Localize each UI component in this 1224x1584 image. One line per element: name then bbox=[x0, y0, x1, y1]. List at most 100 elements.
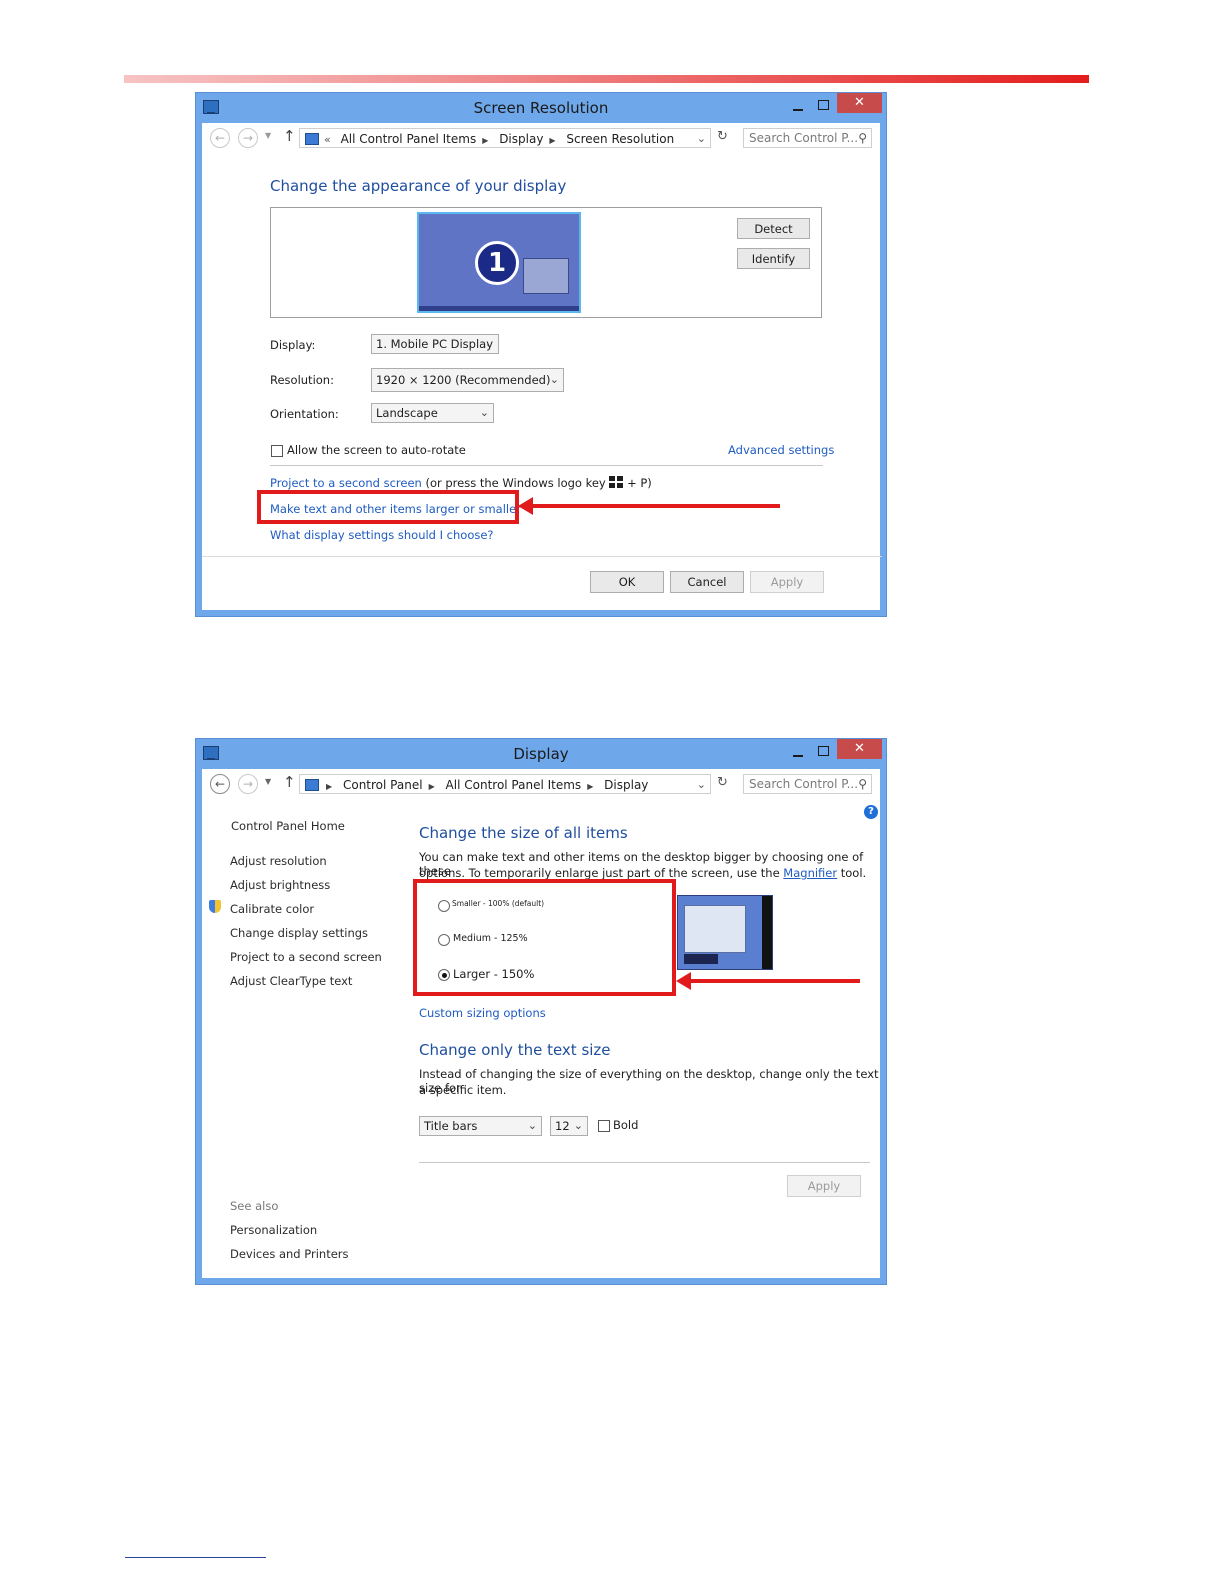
computer-icon bbox=[305, 779, 319, 791]
monitor-thumbnail[interactable]: 1 bbox=[417, 212, 581, 313]
display-value: 1. Mobile PC Display bbox=[376, 337, 494, 351]
address-bar[interactable]: ▶ Control Panel ▶ All Control Panel Items… bbox=[299, 774, 711, 794]
breadcrumb-item[interactable]: Display bbox=[604, 775, 648, 795]
footer-divider bbox=[202, 556, 882, 557]
breadcrumb-item[interactable]: Screen Resolution bbox=[566, 129, 674, 149]
preview-taskbar bbox=[684, 954, 718, 964]
sidebar-home[interactable]: Control Panel Home bbox=[231, 819, 345, 833]
breadcrumb-item[interactable]: All Control Panel Items bbox=[446, 775, 582, 795]
start-screen-tiles-icon bbox=[523, 258, 569, 294]
font-size-select[interactable]: 12 ⌄ bbox=[550, 1116, 588, 1136]
bold-checkbox[interactable] bbox=[598, 1120, 610, 1132]
window-title: Screen Resolution bbox=[473, 99, 609, 117]
up-arrow-icon[interactable]: ↑ bbox=[283, 773, 296, 791]
font-size-value: 12 bbox=[555, 1119, 570, 1133]
back-button[interactable]: ← bbox=[210, 128, 230, 148]
recent-dropdown-icon[interactable]: ▼ bbox=[265, 131, 271, 140]
refresh-icon[interactable]: ↻ bbox=[717, 129, 728, 144]
monitor-preview-panel: 1 Detect Identify bbox=[270, 207, 822, 318]
refresh-icon[interactable]: ↻ bbox=[717, 775, 728, 790]
orientation-value: Landscape bbox=[376, 406, 438, 420]
sidebar-item-change-display-settings[interactable]: Change display settings bbox=[230, 926, 368, 940]
sidebar-item-adjust-resolution[interactable]: Adjust resolution bbox=[230, 854, 327, 868]
address-prefix: « bbox=[324, 133, 331, 146]
breadcrumb-separator-icon: ▶ bbox=[549, 136, 556, 145]
project-line: Project to a second screen (or press the… bbox=[270, 476, 652, 490]
sidebar-item-calibrate-color[interactable]: Calibrate color bbox=[230, 902, 314, 916]
up-arrow-icon[interactable]: ↑ bbox=[283, 127, 296, 145]
computer-icon bbox=[305, 133, 319, 145]
breadcrumb-separator-icon: ▶ bbox=[587, 782, 594, 791]
text-size-heading: Change only the text size bbox=[419, 1041, 611, 1059]
monitor-taskbar bbox=[419, 306, 579, 311]
search-input[interactable]: Search Control P... ⚲ bbox=[743, 774, 872, 794]
minimize-button[interactable] bbox=[787, 97, 809, 115]
breadcrumb-separator-icon: ▶ bbox=[482, 136, 489, 145]
size-description-text: options. To temporarily enlarge just par… bbox=[419, 866, 780, 880]
display-select[interactable]: 1. Mobile PC Display ⌄ bbox=[371, 334, 499, 354]
resolution-label: Resolution: bbox=[270, 373, 334, 387]
item-select[interactable]: Title bars ⌄ bbox=[419, 1116, 542, 1136]
see-also-personalization[interactable]: Personalization bbox=[230, 1223, 317, 1237]
close-button[interactable]: ✕ bbox=[837, 739, 882, 759]
ok-button[interactable]: OK bbox=[590, 571, 664, 593]
highlight-box bbox=[413, 879, 676, 996]
monitor-number-badge: 1 bbox=[475, 241, 519, 285]
chevron-down-icon[interactable]: ⌄ bbox=[697, 129, 706, 149]
cancel-button[interactable]: Cancel bbox=[670, 571, 744, 593]
annotation-arrow-head bbox=[676, 972, 691, 990]
orientation-label: Orientation: bbox=[270, 407, 339, 421]
address-bar[interactable]: « All Control Panel Items ▶ Display ▶ Scre… bbox=[299, 128, 711, 148]
minimize-button[interactable] bbox=[787, 743, 809, 761]
advanced-settings-link[interactable]: Advanced settings bbox=[728, 443, 834, 457]
magnifier-link[interactable]: Magnifier bbox=[783, 866, 837, 880]
autorotate-checkbox[interactable] bbox=[271, 445, 283, 457]
see-also-heading: See also bbox=[230, 1199, 279, 1213]
divider bbox=[270, 465, 823, 466]
resolution-value: 1920 × 1200 (Recommended) bbox=[376, 373, 551, 387]
close-button[interactable]: ✕ bbox=[837, 93, 882, 113]
resolution-select[interactable]: 1920 × 1200 (Recommended) ⌄ bbox=[371, 368, 564, 392]
display-window: Display ✕ ← → ▼ ↑ ▶ Control Panel ▶ All C… bbox=[195, 738, 887, 1285]
custom-sizing-link[interactable]: Custom sizing options bbox=[419, 1006, 546, 1020]
size-description-line2: options. To temporarily enlarge just par… bbox=[419, 866, 866, 880]
detect-button[interactable]: Detect bbox=[737, 218, 810, 239]
project-suffix-b: + P) bbox=[627, 476, 652, 490]
sidebar-item-adjust-cleartype[interactable]: Adjust ClearType text bbox=[230, 974, 352, 988]
recent-dropdown-icon[interactable]: ▼ bbox=[265, 777, 271, 786]
project-second-screen-link[interactable]: Project to a second screen bbox=[270, 476, 422, 490]
search-icon: ⚲ bbox=[858, 777, 867, 791]
see-also-devices-printers[interactable]: Devices and Printers bbox=[230, 1247, 349, 1261]
back-button[interactable]: ← bbox=[210, 774, 230, 794]
annotation-arrow bbox=[532, 504, 780, 508]
apply-button[interactable]: Apply bbox=[750, 571, 824, 593]
preview-charms-bar bbox=[762, 896, 772, 969]
windows-logo-icon bbox=[609, 476, 624, 488]
chevron-down-icon[interactable]: ⌄ bbox=[697, 775, 706, 795]
highlight-box bbox=[257, 490, 519, 524]
forward-button[interactable]: → bbox=[238, 128, 258, 148]
text-size-description-line2: a specific item. bbox=[419, 1083, 507, 1097]
size-all-items-heading: Change the size of all items bbox=[419, 824, 628, 842]
orientation-select[interactable]: Landscape ⌄ bbox=[371, 403, 494, 423]
what-display-settings-link[interactable]: What display settings should I choose? bbox=[270, 528, 494, 542]
breadcrumb-item[interactable]: Control Panel bbox=[343, 775, 423, 795]
search-input[interactable]: Search Control P... ⚲ bbox=[743, 128, 872, 148]
apply-button[interactable]: Apply bbox=[787, 1175, 861, 1197]
forward-button[interactable]: → bbox=[238, 774, 258, 794]
autorotate-label: Allow the screen to auto-rotate bbox=[287, 443, 466, 457]
project-suffix-a: (or press the Windows logo key bbox=[425, 476, 606, 490]
maximize-button[interactable] bbox=[813, 97, 835, 115]
sidebar-item-project-second-screen[interactable]: Project to a second screen bbox=[230, 950, 382, 964]
breadcrumb-item[interactable]: All Control Panel Items bbox=[341, 129, 477, 149]
preview-window-icon bbox=[684, 905, 746, 953]
sidebar-item-adjust-brightness[interactable]: Adjust brightness bbox=[230, 878, 330, 892]
search-placeholder: Search Control P... bbox=[749, 777, 859, 791]
help-icon[interactable]: ? bbox=[864, 805, 878, 819]
window-client-area: ← → ▼ ↑ ▶ Control Panel ▶ All Control Pan… bbox=[202, 769, 880, 1278]
breadcrumb-item[interactable]: Display bbox=[499, 129, 543, 149]
identify-button[interactable]: Identify bbox=[737, 248, 810, 269]
maximize-button[interactable] bbox=[813, 743, 835, 761]
annotation-arrow bbox=[690, 979, 860, 983]
chevron-down-icon: ⌄ bbox=[484, 337, 494, 350]
